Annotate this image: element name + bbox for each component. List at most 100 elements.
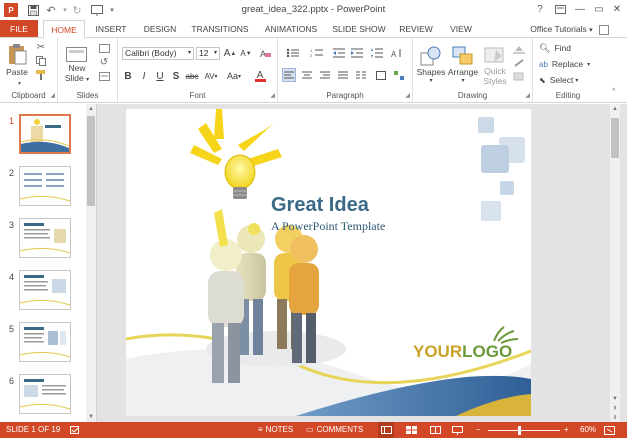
tab-design[interactable]: DESIGN xyxy=(139,20,181,38)
tab-animations[interactable]: ANIMATIONS xyxy=(260,20,322,38)
strikethrough-button[interactable]: abc xyxy=(184,69,200,83)
align-center-icon[interactable] xyxy=(300,68,314,82)
help-button[interactable]: ? xyxy=(531,2,549,17)
editor-scroll-thumb[interactable] xyxy=(611,118,619,158)
font-family-select[interactable]: Calibri (Body) ▾ xyxy=(122,47,194,60)
scroll-thumb[interactable] xyxy=(87,116,95,206)
zoom-slider[interactable] xyxy=(488,422,560,438)
arrange-button[interactable]: Arrange ▾ xyxy=(447,42,479,86)
slide-thumbnail-1[interactable] xyxy=(19,114,71,154)
reading-view-icon[interactable] xyxy=(430,422,441,438)
text-shadow-button[interactable]: S xyxy=(170,69,182,83)
collapse-ribbon-icon[interactable]: ^ xyxy=(612,88,615,95)
previous-slide-icon[interactable]: ⇞ xyxy=(610,405,620,412)
decrease-indent-icon[interactable] xyxy=(332,46,346,59)
change-case-dropdown-icon: ▾ xyxy=(238,73,242,80)
slide-title[interactable]: Great Idea xyxy=(271,194,369,217)
copy-icon[interactable] xyxy=(34,55,48,67)
tab-view[interactable]: VIEW xyxy=(444,20,478,38)
slide-thumbnail-6[interactable] xyxy=(19,374,71,414)
thumbnail-scrollbar[interactable]: ▲ ▼ xyxy=(86,104,96,422)
find-button[interactable]: 🔍︎ Find xyxy=(539,42,571,54)
section-icon[interactable] xyxy=(96,70,112,82)
restore-button[interactable]: ▭ xyxy=(590,2,608,17)
reset-slide-icon[interactable]: ↺ xyxy=(96,56,112,68)
paste-button[interactable]: Paste xyxy=(4,42,30,78)
smartart-icon[interactable] xyxy=(392,68,406,82)
zoom-level[interactable]: 60% xyxy=(580,422,596,438)
tab-slide-show[interactable]: SLIDE SHOW xyxy=(330,20,388,38)
select-button[interactable]: ⬉ Select ▾ xyxy=(539,74,578,86)
numbering-icon[interactable]: 12 xyxy=(308,46,326,59)
quick-styles-button[interactable]: Quick Styles xyxy=(480,42,510,90)
editor-scrollbar[interactable]: ▲ ▼ ⇞ ⇟ xyxy=(610,104,620,422)
grow-font-button[interactable]: A ▲ xyxy=(224,47,237,60)
comments-button[interactable]: ▭ COMMENTS xyxy=(306,422,363,438)
underline-button[interactable]: U xyxy=(154,69,166,83)
align-right-icon[interactable] xyxy=(318,68,332,82)
paste-dropdown-icon[interactable]: ▾ xyxy=(18,80,21,87)
editor-scroll-up-icon[interactable]: ▲ xyxy=(610,106,620,112)
tab-review[interactable]: REVIEW xyxy=(396,20,436,38)
paragraph-launcher-icon[interactable]: ◢ xyxy=(405,92,410,99)
minimize-button[interactable]: — xyxy=(571,2,589,17)
shape-outline-icon[interactable] xyxy=(511,57,529,69)
justify-icon[interactable] xyxy=(336,68,350,82)
next-slide-icon[interactable]: ⇟ xyxy=(610,414,620,421)
scroll-up-icon[interactable]: ▲ xyxy=(86,106,96,112)
tab-transitions[interactable]: TRANSITIONS xyxy=(188,20,252,38)
bullets-icon[interactable] xyxy=(284,46,302,59)
notes-label: NOTES xyxy=(265,425,294,434)
slide-subtitle[interactable]: A PowerPoint Template xyxy=(271,219,385,234)
your-logo[interactable]: YOURLOGO xyxy=(413,342,512,362)
line-spacing-icon[interactable] xyxy=(370,46,384,59)
shapes-button[interactable]: Shapes ▾ xyxy=(416,42,446,86)
italic-button[interactable]: I xyxy=(138,69,150,83)
zoom-out-button[interactable]: − xyxy=(476,422,481,438)
increase-indent-icon[interactable] xyxy=(350,46,364,59)
align-text-icon[interactable] xyxy=(374,68,388,82)
find-label: Find xyxy=(554,43,571,53)
slide-thumbnail-3[interactable] xyxy=(19,218,71,258)
font-color-button[interactable]: A xyxy=(250,69,270,83)
slide-thumbnail-5[interactable] xyxy=(19,322,71,362)
notes-button[interactable]: ≡ NOTES xyxy=(258,422,293,438)
shape-fill-icon[interactable] xyxy=(511,43,529,55)
new-slide-button[interactable]: New Slide ▾ xyxy=(62,42,92,88)
ribbon-display-icon[interactable] xyxy=(551,2,569,17)
layout-icon[interactable] xyxy=(96,42,112,54)
shrink-font-button[interactable]: A ▼ xyxy=(240,47,252,60)
scroll-down-icon[interactable]: ▼ xyxy=(86,414,96,420)
cut-icon[interactable]: ✂ xyxy=(34,41,48,53)
clipboard-launcher-icon[interactable]: ◢ xyxy=(50,92,55,99)
zoom-in-button[interactable]: + xyxy=(564,422,569,438)
close-button[interactable]: ✕ xyxy=(608,2,626,17)
slideshow-view-icon[interactable] xyxy=(452,422,463,438)
columns-icon[interactable] xyxy=(354,68,368,82)
drawing-launcher-icon[interactable]: ◢ xyxy=(525,92,530,99)
align-left-icon[interactable] xyxy=(282,68,296,82)
zoom-slider-thumb[interactable] xyxy=(518,425,521,435)
tab-insert[interactable]: INSERT xyxy=(89,20,133,38)
text-direction-icon[interactable]: A xyxy=(390,46,404,59)
quick-styles-label: Quick xyxy=(484,66,506,76)
slide-canvas[interactable]: Great Idea A PowerPoint Template YOURLOG… xyxy=(126,109,531,416)
format-painter-icon[interactable] xyxy=(34,69,48,81)
shape-effects-icon[interactable] xyxy=(511,71,529,83)
bold-button[interactable]: B xyxy=(122,69,134,83)
font-size-select[interactable]: 12 ▾ xyxy=(196,47,220,60)
character-spacing-button[interactable]: AV ▾ xyxy=(202,69,220,83)
slide-thumbnail-2[interactable] xyxy=(19,166,71,206)
change-case-button[interactable]: Aa ▾ xyxy=(224,69,244,83)
clear-formatting-icon[interactable]: A xyxy=(258,47,272,60)
tab-home[interactable]: HOME xyxy=(43,20,85,38)
replace-button[interactable]: ab Replace ▾ xyxy=(539,58,590,70)
fit-to-window-icon[interactable] xyxy=(604,422,615,438)
slide-sorter-icon[interactable] xyxy=(406,422,417,438)
account-name[interactable]: Office Tutorials ▾ xyxy=(530,20,609,38)
normal-view-icon[interactable] xyxy=(378,422,394,438)
slide-thumbnail-4[interactable] xyxy=(19,270,71,310)
spell-check-icon[interactable] xyxy=(70,422,80,438)
editor-scroll-down-icon[interactable]: ▼ xyxy=(610,396,620,402)
font-launcher-icon[interactable]: ◢ xyxy=(270,92,275,99)
